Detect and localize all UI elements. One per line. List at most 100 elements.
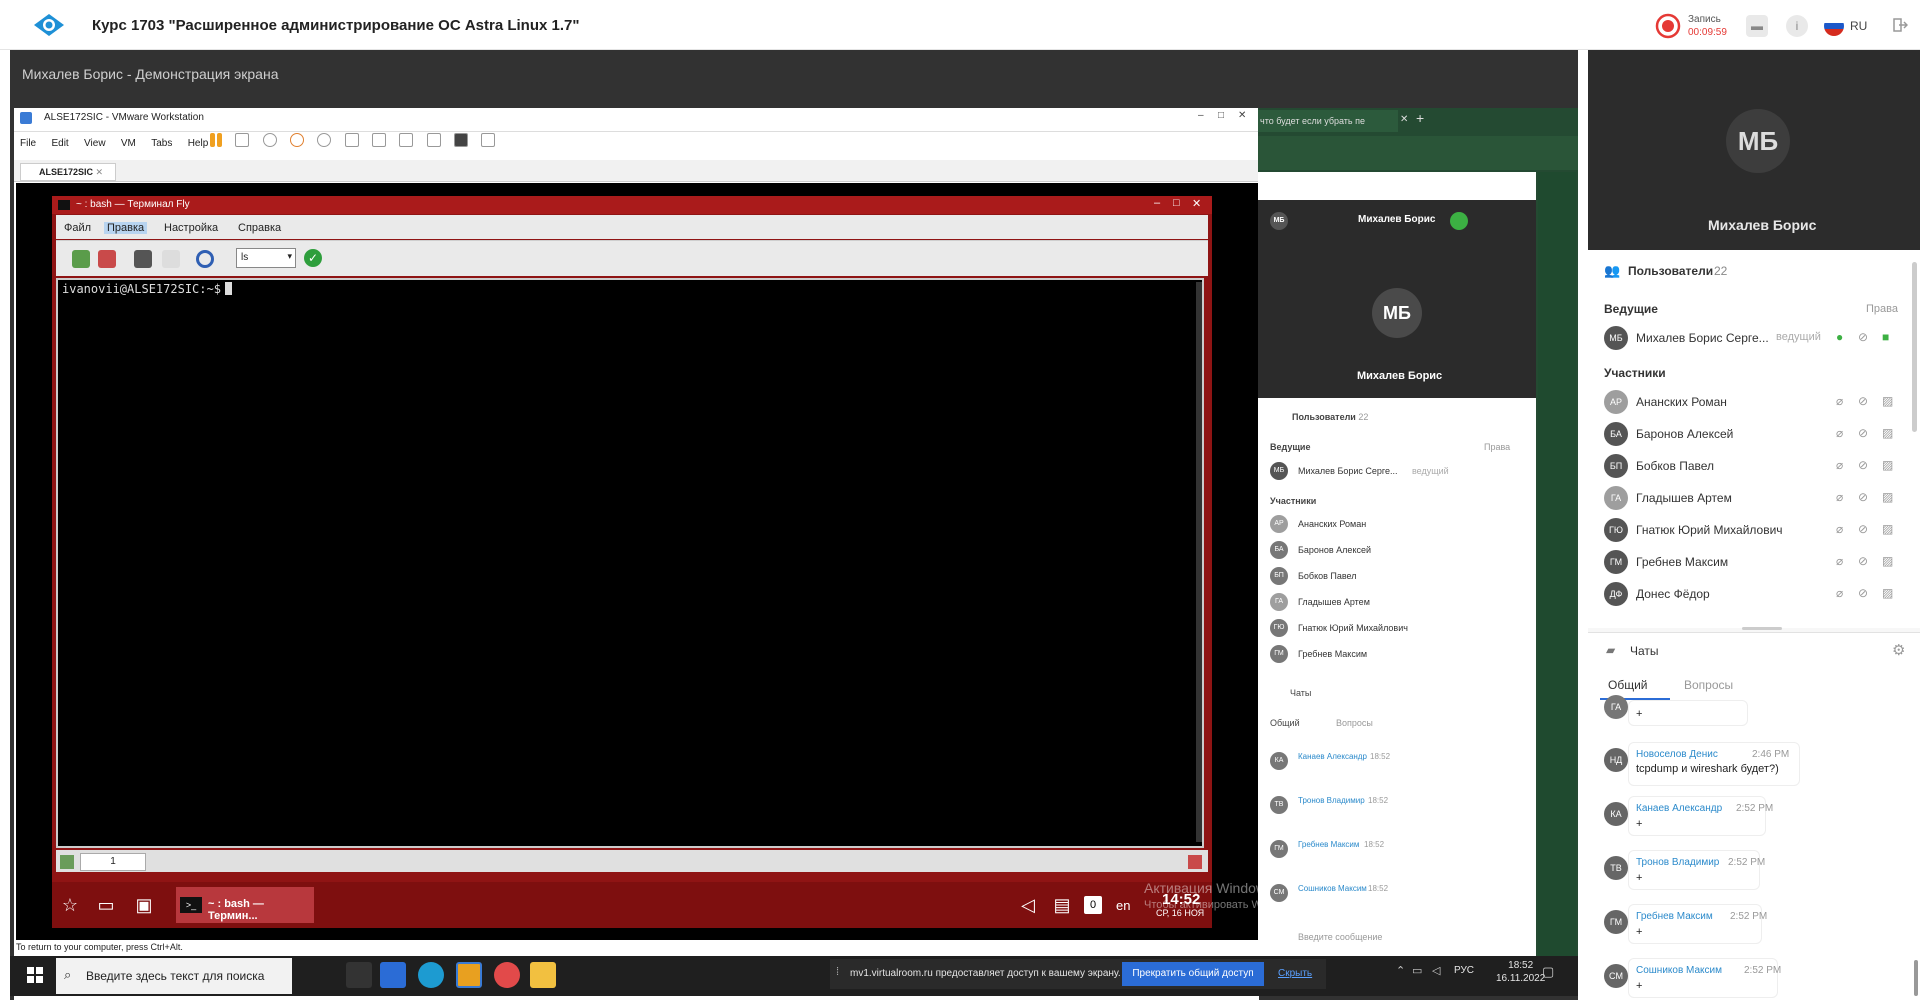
host-screen-share-icon[interactable]: ■ — [1882, 330, 1889, 344]
tab-close-icon[interactable]: ✕ — [96, 167, 104, 177]
pause-icon[interactable] — [210, 132, 215, 147]
send-keys-icon[interactable] — [235, 132, 250, 147]
camera-off-icon[interactable]: ⊘ — [1858, 490, 1868, 504]
snapshot-manager-icon[interactable] — [317, 132, 332, 147]
mic-off-icon[interactable]: ⌀ — [1836, 586, 1843, 600]
host-camera-off-icon[interactable]: ⊘ — [1858, 330, 1868, 344]
revert-icon[interactable] — [290, 132, 305, 147]
thumbnail-icon[interactable] — [372, 132, 387, 147]
menu-tabs[interactable]: Tabs — [151, 138, 172, 149]
console-icon[interactable] — [454, 132, 469, 147]
terminal-menu-file[interactable]: Файл — [64, 222, 91, 234]
mic-off-icon[interactable]: ⌀ — [1836, 426, 1843, 440]
screen-off-icon[interactable]: ▨ — [1882, 586, 1893, 600]
rights-link[interactable]: Права — [1866, 303, 1898, 315]
vm-tab[interactable]: ALSE172SIC ✕ — [20, 163, 116, 181]
screen-off-icon[interactable]: ▨ — [1882, 426, 1893, 440]
folder-icon[interactable]: ▬ — [1746, 15, 1768, 37]
camera-off-icon[interactable]: ⊘ — [1858, 554, 1868, 568]
menu-help[interactable]: Help — [188, 138, 209, 149]
screen-off-icon[interactable]: ▨ — [1882, 554, 1893, 568]
menu-file[interactable]: File — [20, 138, 36, 149]
terminal-scrollbar[interactable] — [1196, 282, 1202, 842]
terminal-new-tab-icon[interactable] — [60, 855, 74, 869]
terminal-tab[interactable]: 1 — [80, 853, 146, 871]
windows-clock[interactable]: 18:52 16.11.2022 — [1496, 959, 1545, 985]
volume-icon[interactable]: ◁ — [1016, 893, 1040, 917]
camera-off-icon[interactable]: ⊘ — [1858, 458, 1868, 472]
mic-off-icon[interactable]: ⌀ — [1836, 554, 1843, 568]
windows-search-input[interactable]: Введите здесь текст для поиска — [56, 958, 292, 994]
menu-vm[interactable]: VM — [121, 138, 136, 149]
terminal-output[interactable] — [56, 278, 1204, 848]
new-tab-icon[interactable] — [72, 250, 90, 268]
tray-arrow-icon[interactable]: ⌃ — [1396, 964, 1405, 977]
camera-off-icon[interactable]: ⊘ — [1858, 426, 1868, 440]
camera-off-icon[interactable]: ⊘ — [1858, 586, 1868, 600]
host-mic-on-icon[interactable]: ● — [1836, 330, 1843, 344]
search-icon[interactable] — [196, 250, 214, 268]
app-logo[interactable] — [30, 12, 68, 38]
stretch-icon[interactable] — [481, 132, 496, 147]
terminal-close-tab-icon[interactable] — [1188, 855, 1202, 869]
mic-off-icon[interactable]: ⌀ — [1836, 458, 1843, 472]
language-selector[interactable]: RU — [1850, 19, 1867, 33]
mic-off-icon[interactable]: ⌀ — [1836, 522, 1843, 536]
terminal-maximize-icon[interactable]: □ — [1173, 197, 1180, 209]
windows-list-icon[interactable]: ▭ — [94, 893, 118, 917]
screen-off-icon[interactable]: ▨ — [1882, 522, 1893, 536]
terminal-close-icon[interactable]: ✕ — [1192, 197, 1201, 210]
minimize-icon[interactable]: – — [1198, 110, 1204, 121]
snapshot-icon[interactable] — [262, 132, 277, 147]
paste-icon[interactable] — [162, 250, 180, 268]
chat-tab-general[interactable]: Общий — [1608, 678, 1648, 692]
chat-settings-gear-icon[interactable]: ⚙ — [1892, 641, 1905, 659]
task-view-icon[interactable] — [346, 962, 372, 988]
russia-flag-icon[interactable] — [1824, 16, 1844, 36]
unity-icon[interactable] — [426, 132, 441, 147]
camera-off-icon[interactable]: ⊘ — [1858, 522, 1868, 536]
chrome-icon[interactable] — [494, 962, 520, 988]
pause-icon-right[interactable] — [217, 132, 222, 147]
fly-clock[interactable]: 14:52 — [1162, 891, 1200, 908]
terminal-menu-edit[interactable]: Правка — [104, 222, 148, 234]
network-icon[interactable]: ▤ — [1050, 893, 1074, 917]
screen-off-icon[interactable]: ▨ — [1882, 458, 1893, 472]
copy-icon[interactable] — [134, 250, 152, 268]
menu-edit[interactable]: Edit — [51, 138, 68, 149]
run-check-icon[interactable]: ✓ — [304, 249, 322, 267]
vmware-taskbar-icon[interactable] — [456, 962, 482, 988]
tray-volume-icon[interactable]: ◁ — [1432, 964, 1440, 977]
drag-handle-icon[interactable]: ⁞ — [836, 966, 839, 978]
chat-tab-questions[interactable]: Вопросы — [1684, 678, 1733, 692]
camera-off-icon[interactable]: ⊘ — [1858, 394, 1868, 408]
maximize-icon[interactable]: □ — [1218, 110, 1224, 121]
notification-icon[interactable]: ▢ — [1542, 964, 1554, 980]
users-scrollbar[interactable] — [1912, 262, 1917, 432]
fly-start-star-icon[interactable]: ☆ — [58, 893, 82, 917]
mic-off-icon[interactable]: ⌀ — [1836, 394, 1843, 408]
explorer-icon[interactable] — [530, 962, 556, 988]
file-manager-icon[interactable]: ▣ — [132, 893, 156, 917]
exit-icon[interactable] — [1890, 16, 1909, 34]
panel-resize-handle[interactable] — [1742, 627, 1782, 630]
menu-view[interactable]: View — [84, 138, 106, 149]
keyboard-indicator[interactable]: 0 — [1084, 896, 1102, 914]
library-icon[interactable] — [344, 132, 359, 147]
terminal-minimize-icon[interactable]: – — [1154, 197, 1160, 209]
close-icon[interactable]: ✕ — [1238, 110, 1246, 121]
info-icon[interactable]: i — [1786, 15, 1808, 37]
screen-off-icon[interactable]: ▨ — [1882, 490, 1893, 504]
terminal-menu-settings[interactable]: Настройка — [164, 222, 218, 234]
hide-banner-link[interactable]: Скрыть — [1278, 968, 1312, 979]
tray-network-icon[interactable]: ▭ — [1412, 964, 1422, 977]
stop-sharing-button[interactable]: Прекратить общий доступ — [1122, 962, 1264, 986]
edge-icon[interactable] — [418, 962, 444, 988]
app-icon-blue[interactable] — [380, 962, 406, 988]
screen-off-icon[interactable]: ▨ — [1882, 394, 1893, 408]
windows-language[interactable]: РУС — [1454, 965, 1474, 976]
command-combo[interactable]: ls ▾ — [236, 248, 296, 268]
close-tab-icon[interactable] — [98, 250, 116, 268]
record-icon[interactable] — [1655, 13, 1681, 39]
mic-off-icon[interactable]: ⌀ — [1836, 490, 1843, 504]
